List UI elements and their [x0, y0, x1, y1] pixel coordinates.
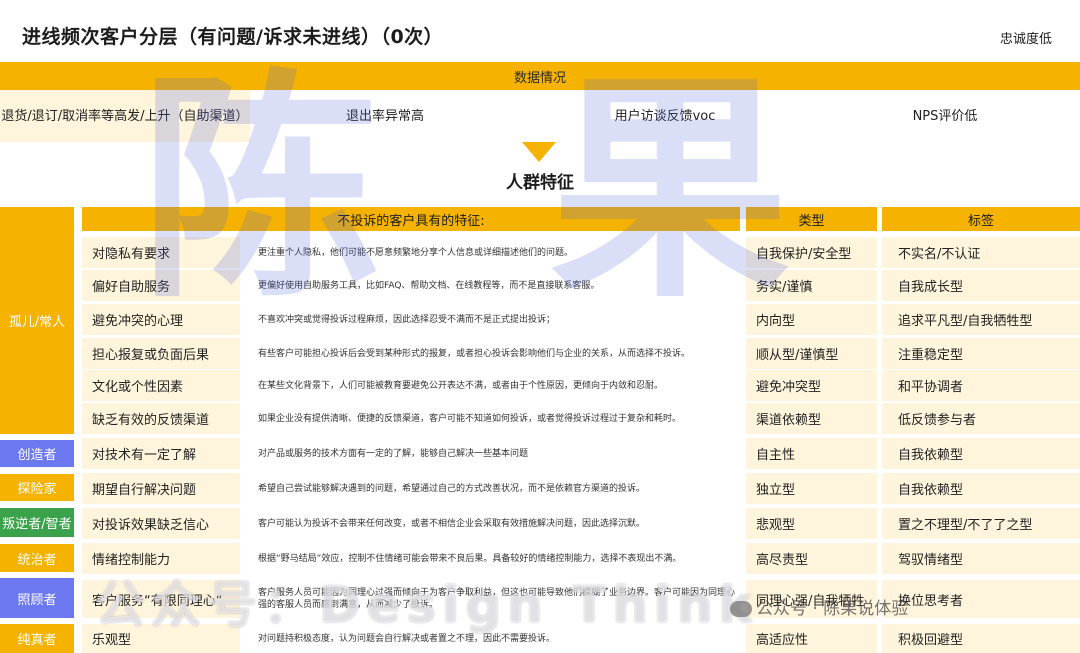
page-title: 进线频次客户分层（有问题/诉求未进线）（0次）: [22, 26, 444, 48]
table-row: 对隐私有要求 更注重个人隐私，他们可能不愿意频繁地分享个人信息或详细描述他们的问…: [82, 237, 1080, 268]
down-arrow-icon: [522, 142, 556, 162]
group-label: 创造者: [0, 440, 74, 467]
row-description: 在某些文化背景下，人们可能被教育要避免公开表达不满，或者由于个性原因，更倾向于内…: [244, 370, 741, 401]
crowd-title: 人群特征: [506, 173, 574, 193]
table-row: 担心报复或负面后果 有些客户可能担心投诉后会受到某种形式的报复，或者担心投诉会影…: [82, 338, 1080, 369]
table-row: 文化或个性因素 在某些文化背景下，人们可能被教育要避免公开表达不满，或者由于个性…: [82, 370, 1080, 401]
row-type: 顺从型/谨慎型: [746, 338, 877, 369]
row-description: 有些客户可能担心投诉后会受到某种形式的报复，或者担心投诉会影响他们与企业的关系，…: [244, 338, 741, 369]
row-feature: 期望自行解决问题: [82, 473, 240, 504]
data-cell-voc: 用户访谈反馈voc: [520, 90, 810, 142]
row-feature: 对投诉效果缺乏信心: [82, 508, 240, 539]
row-description: 希望自己尝试能够解决遇到的问题，希望通过自己的方式改善状况，而不是依赖官方渠道的…: [244, 473, 741, 504]
row-type: 悲观型: [746, 508, 877, 539]
table-row: 避免冲突的心理 不喜欢冲突或觉得投诉过程麻烦，因此选择忍受不满而不是正式提出投诉…: [82, 304, 1080, 335]
row-description: 对产品或服务的技术方面有一定的了解，能够自己解决一些基本问题: [244, 438, 741, 469]
row-feature: 避免冲突的心理: [82, 304, 240, 335]
row-feature: 缺乏有效的反馈渠道: [82, 403, 240, 434]
row-feature: 文化或个性因素: [82, 370, 240, 401]
row-tag: 换位思考者: [882, 580, 1080, 618]
row-description: 更偏好使用自助服务工具，比如FAQ、帮助文档、在线教程等，而不是直接联系客服。: [244, 270, 741, 301]
row-description: 如果企业没有提供清晰、便捷的反馈渠道，客户可能不知道如何投诉，或者觉得投诉过程过…: [244, 403, 741, 434]
row-tag: 和平协调者: [882, 370, 1080, 401]
row-tag: 低反馈参与者: [882, 403, 1080, 434]
row-type: 自主性: [746, 438, 877, 469]
loyalty-label: 忠诚度低: [999, 32, 1052, 47]
data-cell-return: 退货/退订/取消率等高发/上升（自助渠道）: [0, 90, 250, 142]
row-description: 更注重个人隐私，他们可能不愿意频繁地分享个人信息或详细描述他们的问题。: [244, 237, 741, 268]
row-type: 避免冲突型: [746, 370, 877, 401]
row-description: 客户可能认为投诉不会带来任何改变，或者不相信企业会采取有效措施解决问题，因此选择…: [244, 508, 741, 539]
row-tag: 置之不理型/不了了之型: [882, 508, 1080, 539]
watermark-credit: 公众号 · 陈果说体验: [730, 594, 908, 619]
row-feature: 对技术有一定了解: [82, 438, 240, 469]
row-feature: 对隐私有要求: [82, 237, 240, 268]
group-label: 叛逆者/智者: [0, 508, 74, 537]
row-type: 务实/谨慎: [746, 270, 877, 301]
row-tag: 自我成长型: [882, 270, 1080, 301]
table-row: 偏好自助服务 更偏好使用自助服务工具，比如FAQ、帮助文档、在线教程等，而不是直…: [82, 270, 1080, 301]
watermark-credit-text: 公众号 · 陈果说体验: [756, 599, 909, 619]
row-feature: 情绪控制能力: [82, 543, 240, 574]
table-row: 缺乏有效的反馈渠道 如果企业没有提供清晰、便捷的反馈渠道，客户可能不知道如何投诉…: [82, 403, 1080, 434]
row-description: 不喜欢冲突或觉得投诉过程麻烦，因此选择忍受不满而不是正式提出投诉；: [244, 304, 741, 335]
group-label: 探险家: [0, 474, 74, 501]
data-cell-nps: NPS评价低: [810, 90, 1080, 142]
row-description: 对问题持积极态度，认为问题会自行解决或者置之不理，因此不需要投诉。: [244, 624, 741, 653]
col-header-type: 类型: [746, 207, 877, 231]
col-header-features: 不投诉的客户具有的特征:: [82, 207, 740, 231]
row-tag: 驾驭情绪型: [882, 543, 1080, 574]
row-type: 高尽责型: [746, 543, 877, 574]
data-cells: 退货/退订/取消率等高发/上升（自助渠道） 退出率异常高 用户访谈反馈voc N…: [0, 90, 1080, 142]
table-row: 客户服务“有限同理心” 客户服务人员可能因为同理心过强而倾向于为客户争取利益，但…: [82, 580, 1080, 618]
row-type: 自我保护/安全型: [746, 237, 877, 268]
table-row: 对投诉效果缺乏信心 客户可能认为投诉不会带来任何改变，或者不相信企业会采取有效措…: [82, 508, 1080, 539]
table-row: 情绪控制能力 根据“野马结局”效应，控制不住情绪可能会带来不良后果。具备较好的情…: [82, 543, 1080, 574]
row-type: 独立型: [746, 473, 877, 504]
row-feature: 偏好自助服务: [82, 270, 240, 301]
data-section-title: 数据情况: [0, 62, 1080, 90]
row-feature: 担心报复或负面后果: [82, 338, 240, 369]
col-header-tag: 标签: [882, 207, 1080, 231]
table-row: 乐观型 对问题持积极态度，认为问题会自行解决或者置之不理，因此不需要投诉。 高适…: [82, 624, 1080, 653]
group-label: 孤儿/常人: [0, 207, 74, 434]
table-row: 对技术有一定了解 对产品或服务的技术方面有一定的了解，能够自己解决一些基本问题 …: [82, 438, 1080, 469]
row-tag: 注重稳定型: [882, 338, 1080, 369]
row-type: 内向型: [746, 304, 877, 335]
row-tag: 自我依赖型: [882, 473, 1080, 504]
row-type: 高适应性: [746, 624, 877, 653]
row-feature: 客户服务“有限同理心”: [82, 580, 240, 618]
row-tag: 自我依赖型: [882, 438, 1080, 469]
row-tag: 追求平凡型/自我牺牲型: [882, 304, 1080, 335]
row-type: 渠道依赖型: [746, 403, 877, 434]
group-label: 照顾者: [0, 578, 74, 618]
data-cell-exit: 退出率异常高: [250, 90, 520, 142]
header: 进线频次客户分层（有问题/诉求未进线）（0次） 忠诚度低: [0, 0, 1080, 62]
row-tag: 不实名/不认证: [882, 237, 1080, 268]
group-label: 统治者: [0, 544, 74, 572]
row-tag: 积极回避型: [882, 624, 1080, 653]
wechat-icon: [730, 601, 752, 617]
row-description: 根据“野马结局”效应，控制不住情绪可能会带来不良后果。具备较好的情绪控制能力，选…: [244, 543, 741, 574]
group-label: 纯真者: [0, 624, 74, 653]
row-feature: 乐观型: [82, 624, 240, 653]
row-description: 客户服务人员可能因为同理心过强而倾向于为客户争取利益，但这也可能导致他们模糊了业…: [244, 580, 741, 618]
table-row: 期望自行解决问题 希望自己尝试能够解决遇到的问题，希望通过自己的方式改善状况，而…: [82, 473, 1080, 504]
